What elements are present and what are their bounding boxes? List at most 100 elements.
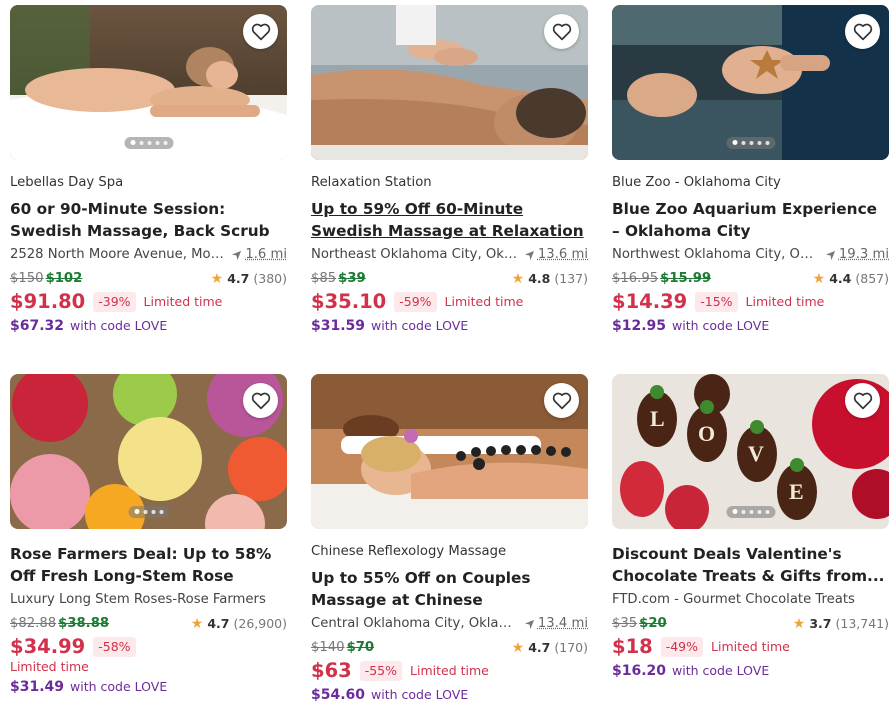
heart-icon <box>853 23 872 40</box>
deal-image[interactable] <box>311 374 588 529</box>
svg-text:L: L <box>650 406 665 431</box>
svg-text:O: O <box>698 421 715 446</box>
limited-time: Limited time <box>444 294 524 309</box>
favorite-button[interactable] <box>845 14 880 49</box>
heart-icon <box>251 23 270 40</box>
code-price: $31.59 <box>311 318 366 334</box>
sale-price: $63 <box>311 659 352 682</box>
deal-title[interactable]: Discount Deals Valentine's Chocolate Tre… <box>612 543 889 587</box>
limited-time: Limited time <box>745 294 825 309</box>
rating-value: 3.7 <box>809 616 832 631</box>
code-price: $67.32 <box>10 318 65 334</box>
favorite-button[interactable] <box>544 14 579 49</box>
price-row: $82.88 $38.88 ★ 4.7 (26,900) <box>10 615 287 633</box>
price-row: $150 $102 ★ 4.7 (380) <box>10 270 287 288</box>
promo-row: $12.95 with code LOVE <box>612 316 889 336</box>
navigation-arrow-icon <box>825 250 836 260</box>
code-price: $16.20 <box>612 663 667 679</box>
deal-image[interactable] <box>10 374 287 529</box>
location: 2528 North Moore Avenue, Moo... <box>10 247 226 262</box>
favorite-button[interactable] <box>243 14 278 49</box>
deal-card[interactable]: Lebellas Day Spa 60 or 90-Minute Session… <box>10 5 287 336</box>
deal-image[interactable]: L O VE <box>612 374 889 529</box>
deal-price: $20 <box>639 616 667 631</box>
navigation-arrow-icon <box>524 250 535 260</box>
price-row: $140 $70 ★ 4.7 (170) <box>311 639 588 657</box>
image-carousel-dots[interactable] <box>124 136 173 149</box>
favorite-button[interactable] <box>845 383 880 418</box>
rating-value: 4.8 <box>528 271 551 286</box>
rating: ★ 4.8 (137) <box>512 270 588 288</box>
svg-text:E: E <box>789 479 804 504</box>
deal-image[interactable] <box>612 5 889 160</box>
heart-icon <box>552 23 571 40</box>
image-carousel-dots[interactable] <box>726 505 775 518</box>
star-icon: ★ <box>210 271 224 287</box>
rating-count: (170) <box>554 640 588 655</box>
location-row: Central Oklahoma City, Oklaho... 13.4 mi <box>311 615 588 633</box>
sale-price: $35.10 <box>311 290 387 313</box>
rating-count: (26,900) <box>233 616 288 631</box>
star-icon: ★ <box>812 271 826 287</box>
deal-card[interactable]: Chinese Reflexology Massage Up to 55% Of… <box>311 374 588 705</box>
deal-card[interactable]: Rose Farmers Deal: Up to 58% Off Fresh L… <box>10 374 287 697</box>
original-price: $150 <box>10 271 44 286</box>
svg-text:V: V <box>748 441 764 466</box>
sale-price: $91.80 <box>10 290 86 313</box>
limited-time: Limited time <box>143 294 223 309</box>
merchant-name: Blue Zoo - Oklahoma City <box>612 175 781 190</box>
favorite-button[interactable] <box>243 383 278 418</box>
star-icon: ★ <box>792 616 806 632</box>
rating-count: (13,741) <box>835 616 890 631</box>
location-row: 2528 North Moore Avenue, Moo... 1.6 mi <box>10 246 287 264</box>
rating-value: 4.4 <box>829 271 852 286</box>
code-text: with code LOVE <box>70 679 168 694</box>
heart-icon <box>853 392 872 409</box>
discount-badge: -59% <box>394 292 437 312</box>
location-row: Luxury Long Stem Roses-Rose Farmers <box>10 591 287 609</box>
deal-title[interactable]: 60 or 90-Minute Session: Swedish Massage… <box>10 198 287 242</box>
rating-count: (857) <box>855 271 889 286</box>
sale-row: $14.39 -15% Limited time <box>612 290 889 314</box>
rating-value: 4.7 <box>227 271 250 286</box>
location: Northwest Oklahoma City, Okl... <box>612 247 819 262</box>
original-price: $82.88 <box>10 616 57 631</box>
limited-time: Limited time <box>10 659 89 674</box>
original-price: $85 <box>311 271 337 286</box>
deal-card[interactable]: Relaxation Station Up to 59% Off 60-Minu… <box>311 5 588 336</box>
location: Central Oklahoma City, Oklaho... <box>311 616 518 631</box>
sale-price: $14.39 <box>612 290 688 313</box>
discount-badge: -55% <box>359 661 403 681</box>
deal-card[interactable]: L O VE Discount Deals Valentine's Chocolat… <box>612 374 889 681</box>
deal-image[interactable] <box>10 5 287 160</box>
deal-title[interactable]: Up to 55% Off on Couples Massage at Chin… <box>311 567 588 611</box>
deal-image[interactable] <box>311 5 588 160</box>
discount-badge: -58% <box>93 637 136 657</box>
code-text: with code LOVE <box>371 687 469 702</box>
discount-badge: -39% <box>93 292 136 312</box>
image-carousel-dots[interactable] <box>128 505 169 518</box>
price-row: $16.95 $15.99 ★ 4.4 (857) <box>612 270 889 288</box>
rating: ★ 3.7 (13,741) <box>793 615 889 633</box>
star-icon: ★ <box>511 640 525 656</box>
deal-title[interactable]: Blue Zoo Aquarium Experience – Oklahoma … <box>612 198 889 242</box>
limited-time: Limited time <box>711 639 790 654</box>
rating: ★ 4.7 (170) <box>512 639 588 657</box>
promo-row: $31.59 with code LOVE <box>311 316 588 336</box>
rating: ★ 4.4 (857) <box>813 270 889 288</box>
deal-price: $15.99 <box>660 271 712 286</box>
image-carousel-dots[interactable] <box>726 136 775 149</box>
code-text: with code LOVE <box>672 663 770 678</box>
deal-title[interactable]: Rose Farmers Deal: Up to 58% Off Fresh L… <box>10 543 287 587</box>
deal-card[interactable]: Blue Zoo - Oklahoma City Blue Zoo Aquari… <box>612 5 889 336</box>
rating: ★ 4.7 (26,900) <box>191 615 287 633</box>
favorite-button[interactable] <box>544 383 579 418</box>
distance: 19.3 mi <box>825 246 889 264</box>
promo-row: $67.32 with code LOVE <box>10 316 287 336</box>
rating: ★ 4.7 (380) <box>211 270 287 288</box>
deal-title[interactable]: Up to 59% Off 60-Minute Swedish Massage … <box>311 198 588 242</box>
discount-badge: -49% <box>660 637 704 657</box>
merchant-name: Relaxation Station <box>311 175 432 190</box>
code-price: $12.95 <box>612 318 667 334</box>
rating-count: (137) <box>554 271 588 286</box>
